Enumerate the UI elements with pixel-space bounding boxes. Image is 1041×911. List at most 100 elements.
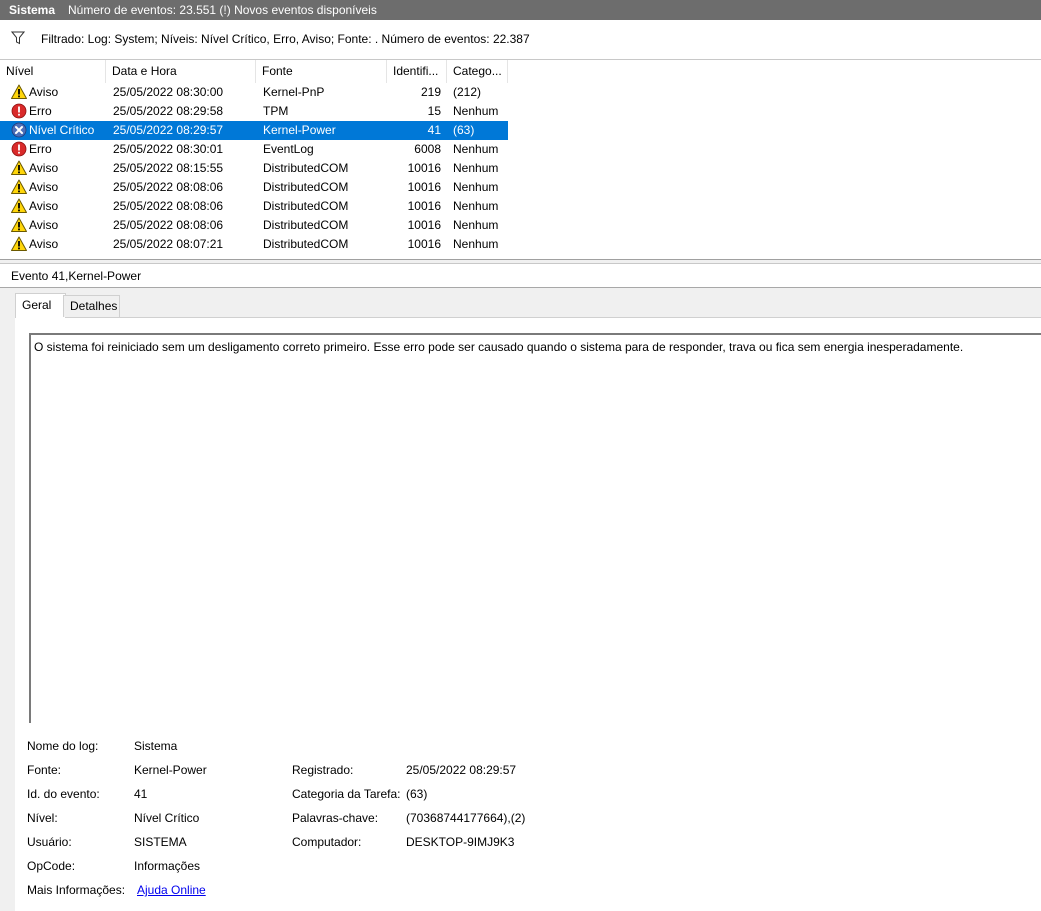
opcode-label: OpCode:: [27, 859, 76, 873]
cell-event-id: 10016: [407, 237, 441, 251]
cell-event-id: 41: [427, 123, 441, 137]
warning-icon: [11, 198, 27, 213]
cell-datetime: 25/05/2022 08:08:06: [113, 199, 224, 213]
computer-value: DESKTOP-9IMJ9K3: [406, 835, 515, 849]
cell-event-id: 10016: [407, 199, 441, 213]
log-header-bar: Sistema Número de eventos: 23.551 (!) No…: [0, 0, 1041, 20]
cell-category: Nenhum: [453, 237, 499, 251]
column-header-datetime[interactable]: Data e Hora: [106, 60, 256, 83]
cell-datetime: 25/05/2022 08:08:06: [113, 180, 224, 194]
cell-source: TPM: [263, 104, 289, 118]
cell-category: Nenhum: [453, 104, 499, 118]
task-category-value: (63): [406, 787, 428, 801]
cell-datetime: 25/05/2022 08:29:57: [113, 123, 224, 137]
table-row[interactable]: Aviso 25/05/2022 08:08:06 DistributedCOM 10…: [0, 197, 508, 216]
event-id-value: 41: [134, 787, 148, 801]
cell-source: DistributedCOM: [263, 199, 349, 213]
table-row[interactable]: Erro 25/05/2022 08:30:01 EventLog 6008 Nenhu…: [0, 140, 508, 159]
cell-category: Nenhum: [453, 161, 499, 175]
filter-description: Filtrado: Log: System; Níveis: Nível Crí…: [41, 32, 530, 46]
level-label: Nível:: [27, 811, 58, 825]
event-detail-header: Evento 41,Kernel-Power: [0, 264, 1041, 288]
keywords-value: (70368744177664),(2): [406, 811, 526, 825]
logged-value: 25/05/2022 08:29:57: [406, 763, 517, 777]
level-value: Nível Crítico: [134, 811, 200, 825]
table-row[interactable]: Nível Crítico 25/05/2022 08:29:57 Kernel-P…: [0, 121, 508, 140]
cell-level: Erro: [29, 142, 52, 156]
warning-icon: [11, 217, 27, 232]
computer-label: Computador:: [292, 835, 362, 849]
event-list[interactable]: Nível Data e Hora Fonte Identifi... Cate…: [0, 60, 1041, 259]
cell-datetime: 25/05/2022 08:29:58: [113, 104, 224, 118]
table-row[interactable]: Aviso 25/05/2022 08:07:21 DistributedCOM 10…: [0, 235, 508, 254]
event-id-label: Id. do evento:: [27, 787, 100, 801]
event-detail-title: Evento 41,Kernel-Power: [11, 269, 142, 283]
cell-event-id: 6008: [414, 142, 441, 156]
source-label: Fonte:: [27, 763, 62, 777]
cell-event-id: 15: [427, 104, 441, 118]
user-value: SISTEMA: [134, 835, 187, 849]
user-label: Usuário:: [27, 835, 72, 849]
task-category-label: Categoria da Tarefa:: [292, 787, 401, 801]
cell-level: Aviso: [29, 199, 59, 213]
column-header-category[interactable]: Catego...: [447, 60, 508, 83]
table-row[interactable]: Aviso 25/05/2022 08:15:55 DistributedCOM 10…: [0, 159, 508, 178]
cell-level: Aviso: [29, 237, 59, 251]
tab-details[interactable]: Detalhes: [63, 295, 120, 317]
table-row[interactable]: Aviso 25/05/2022 08:08:06 DistributedCOM 10…: [0, 178, 508, 197]
cell-category: Nenhum: [453, 199, 499, 213]
critical-icon: [11, 122, 27, 138]
warning-icon: [11, 236, 27, 251]
cell-level: Aviso: [29, 85, 59, 99]
table-row[interactable]: Aviso 25/05/2022 08:30:00 Kernel-PnP 219 (21…: [0, 83, 508, 102]
warning-icon: [11, 84, 27, 99]
column-header-id[interactable]: Identifi...: [387, 60, 447, 83]
cell-source: DistributedCOM: [263, 161, 349, 175]
cell-source: Kernel-PnP: [263, 85, 325, 99]
column-header-source[interactable]: Fonte: [256, 60, 387, 83]
cell-source: DistributedCOM: [263, 237, 349, 251]
tab-general[interactable]: Geral: [15, 293, 66, 318]
cell-source: Kernel-Power: [263, 123, 336, 137]
filter-icon: [11, 31, 25, 45]
cell-category: (63): [453, 123, 475, 137]
opcode-value: Informações: [134, 859, 201, 873]
cell-source: DistributedCOM: [263, 218, 349, 232]
cell-level: Nível Crítico: [29, 123, 95, 137]
cell-level: Aviso: [29, 180, 59, 194]
event-description: O sistema foi reiniciado sem um desligam…: [34, 340, 964, 354]
cell-event-id: 10016: [407, 180, 441, 194]
error-icon: [11, 141, 27, 157]
cell-datetime: 25/05/2022 08:30:00: [113, 85, 224, 99]
cell-category: Nenhum: [453, 142, 499, 156]
cell-category: Nenhum: [453, 180, 499, 194]
cell-level: Aviso: [29, 218, 59, 232]
keywords-label: Palavras-chave:: [292, 811, 379, 825]
table-row[interactable]: Aviso 25/05/2022 08:08:06 DistributedCOM 10…: [0, 216, 508, 235]
cell-datetime: 25/05/2022 08:30:01: [113, 142, 224, 156]
cell-datetime: 25/05/2022 08:08:06: [113, 218, 224, 232]
online-help-link[interactable]: Ajuda Online: [137, 883, 206, 897]
cell-source: EventLog: [263, 142, 314, 156]
cell-level: Erro: [29, 104, 52, 118]
warning-icon: [11, 160, 27, 175]
table-row[interactable]: Erro 25/05/2022 08:29:58 TPM 15 Nenhum: [0, 102, 508, 121]
cell-datetime: 25/05/2022 08:07:21: [113, 237, 224, 251]
log-name-label: Nome do log:: [27, 739, 99, 753]
cell-source: DistributedCOM: [263, 180, 349, 194]
event-count-status: Número de eventos: 23.551 (!) Novos even…: [68, 3, 377, 17]
logged-label: Registrado:: [292, 763, 354, 777]
event-description-box[interactable]: O sistema foi reiniciado sem um desligam…: [29, 333, 1041, 723]
log-name-value: Sistema: [134, 739, 178, 753]
cell-event-id: 219: [420, 85, 441, 99]
source-value: Kernel-Power: [134, 763, 207, 777]
cell-category: Nenhum: [453, 218, 499, 232]
column-header-level[interactable]: Nível: [0, 60, 106, 83]
warning-icon: [11, 179, 27, 194]
filter-bar: Filtrado: Log: System; Níveis: Nível Crí…: [0, 20, 1041, 60]
more-info-label: Mais Informações:: [27, 883, 126, 897]
cell-level: Aviso: [29, 161, 59, 175]
error-icon: [11, 103, 27, 119]
log-name: Sistema: [9, 3, 56, 17]
cell-event-id: 10016: [407, 218, 441, 232]
